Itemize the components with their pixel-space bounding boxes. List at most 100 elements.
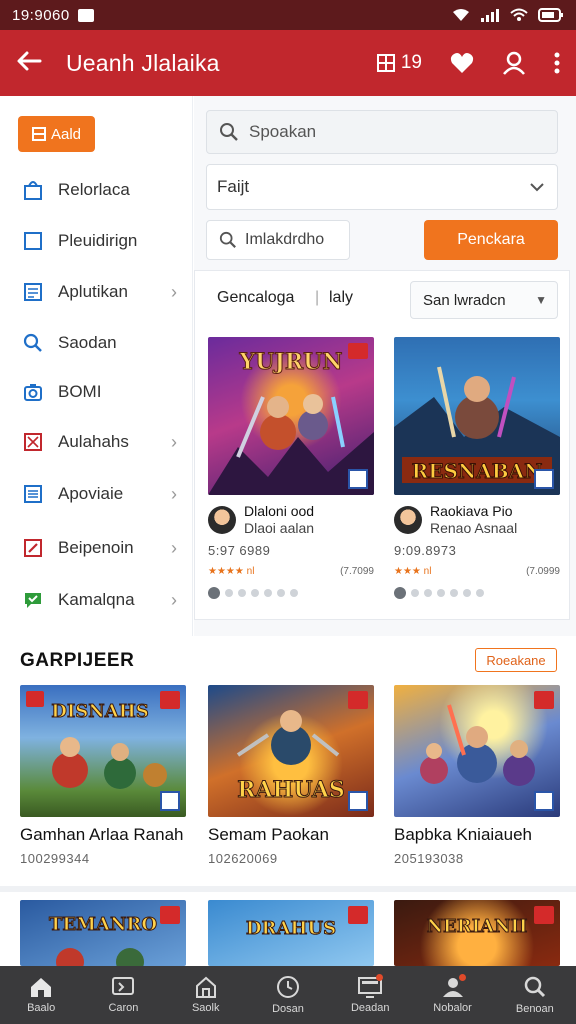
grid-icon	[376, 54, 395, 72]
product-price: 9:09.8973	[394, 543, 457, 558]
product-card[interactable]: RESNABAN Raokiava Pio Renao Asnaal 9:09.…	[394, 337, 560, 617]
chevron-right-icon: ›	[171, 537, 177, 558]
nav-item-saolk[interactable]: Saolk	[165, 966, 247, 1024]
badge-icon	[160, 906, 180, 924]
game-title: Gamhan Arlaa Ranah	[20, 825, 184, 844]
game-card[interactable]: DRAHUS	[208, 900, 374, 966]
tab-laly[interactable]: laly	[329, 289, 353, 307]
status-bar: 19:9060	[0, 0, 576, 30]
product-name: Raokiava Pio	[430, 503, 513, 519]
badge-icon	[160, 691, 180, 709]
game-card[interactable]: TEMANRO	[20, 900, 186, 966]
dot-icon	[476, 589, 484, 597]
game-card[interactable]: DISNAHS Gamhan Arlaa Ranah 100299344	[20, 685, 186, 866]
nav-item-home[interactable]: Baalo	[0, 966, 82, 1024]
search-icon	[219, 231, 236, 248]
nav-item-dosan[interactable]: Dosan	[247, 966, 329, 1024]
divider	[0, 886, 576, 892]
sort-value: San lwradcn	[423, 291, 506, 309]
rating-badge-icon	[534, 469, 554, 489]
doc-icon	[22, 483, 44, 505]
code-button[interactable]: 19	[376, 52, 422, 74]
notification-icon	[77, 8, 94, 22]
game-card[interactable]: Bapbka Kniaiaueh 205193038	[394, 685, 560, 866]
sidebar-item-label: Pleuidirign	[58, 231, 138, 250]
badge-icon	[26, 691, 44, 707]
notification-dot	[458, 974, 466, 981]
square-icon	[22, 230, 44, 252]
dot-icon	[424, 589, 432, 597]
more-vertical-icon[interactable]	[554, 52, 560, 74]
rating-badge-icon	[160, 791, 180, 811]
nav-item-deadan[interactable]: Deadan	[329, 966, 411, 1024]
game-id: 102620069	[208, 851, 278, 866]
sidebar-item-saodan[interactable]: Saodan	[0, 319, 193, 367]
sidebar: Aald Relorlaca Pleuidirign Aplutikan › S…	[0, 96, 193, 636]
sidebar-item-aulahahs[interactable]: Aulahahs ›	[0, 418, 193, 466]
nav-item-caron[interactable]: Caron	[82, 966, 164, 1024]
game-thumbnail	[394, 685, 560, 817]
thumbnail-title: RAHUAS	[237, 777, 345, 803]
thumbnail-title: NERIANII	[427, 916, 528, 937]
badge-icon	[534, 906, 554, 924]
search-icon	[22, 332, 44, 354]
rating-badge-icon	[348, 791, 368, 811]
game-thumbnail: RAHUAS	[208, 685, 374, 817]
nav-label: Nobalor	[433, 1002, 472, 1014]
tv-icon	[112, 977, 135, 995]
dot-icon	[463, 589, 471, 597]
sidebar-item-pleuidirign[interactable]: Pleuidirign	[0, 217, 193, 265]
dot-icon	[411, 589, 419, 597]
chevron-right-icon: ›	[171, 589, 177, 610]
sidebar-item-apoviaie[interactable]: Apoviaie ›	[0, 470, 193, 518]
search-submit-button[interactable]: Penckara	[424, 220, 558, 260]
game-card[interactable]: RAHUAS Semam Paokan 102620069	[208, 685, 374, 866]
nav-item-nobalor[interactable]: Nobalor	[411, 966, 493, 1024]
sidebar-item-beipenoin[interactable]: Beipenoin ›	[0, 524, 193, 572]
back-arrow-icon[interactable]	[16, 47, 52, 79]
dot-icon	[277, 589, 285, 597]
user-icon[interactable]	[502, 51, 526, 75]
dot-icon	[264, 589, 272, 597]
badge-icon	[534, 691, 554, 709]
product-thumbnail: YUJRUN	[208, 337, 374, 495]
nav-label: Baalo	[27, 1002, 56, 1014]
rating-stars: ★★★ nl	[394, 566, 432, 577]
thumbnail-title: RESNABAN	[412, 459, 543, 483]
see-all-button[interactable]: Roeakane	[475, 648, 557, 672]
carousel-dots	[208, 587, 374, 599]
game-title: Bapbka Kniaiaueh	[394, 825, 533, 844]
search-input[interactable]: Spoakan	[206, 110, 558, 154]
sidebar-item-bomi[interactable]: BOMI	[0, 368, 193, 416]
nav-item-benoan[interactable]: Benoan	[494, 966, 576, 1024]
heart-icon[interactable]	[450, 52, 474, 74]
product-subtitle: Dlaoi aalan	[244, 520, 315, 536]
sidebar-item-kamalqna[interactable]: Kamalqna ›	[0, 576, 193, 624]
code-button-label: 19	[400, 52, 422, 73]
sidebar-item-relorlaca[interactable]: Relorlaca	[0, 166, 193, 214]
tab-gencaloga[interactable]: Gencaloga	[217, 289, 294, 307]
list-icon	[22, 281, 44, 303]
product-thumbnail: RESNABAN	[394, 337, 560, 495]
thumbnail-title: TEMANRO	[49, 914, 157, 935]
sidebar-item-label: Kamalqna	[58, 590, 135, 609]
badge-icon	[348, 343, 368, 359]
wifi-alt-icon	[510, 8, 528, 21]
sidebar-item-label: Aplutikan	[58, 282, 128, 301]
signal-icon	[481, 9, 499, 22]
sort-dropdown[interactable]: San lwradcn ▼	[410, 281, 558, 319]
clock-icon	[276, 976, 299, 998]
category-select[interactable]: Faijt	[206, 164, 558, 210]
camera-icon	[22, 381, 44, 403]
game-card[interactable]: NERIANII	[394, 900, 560, 966]
game-id: 100299344	[20, 851, 90, 866]
dot-icon	[290, 589, 298, 597]
sidebar-item-aplutikan[interactable]: Aplutikan ›	[0, 268, 193, 316]
filter-input[interactable]: Imlakdrdho	[206, 220, 350, 260]
search-icon	[220, 123, 238, 141]
product-card[interactable]: YUJRUN Dlaloni ood Dlaoi aalan 5:97 6989…	[208, 337, 374, 617]
rating-stars: ★★★★ nl	[208, 566, 255, 577]
chevron-right-icon: ›	[171, 431, 177, 452]
section-title: GARPIJEER	[20, 650, 135, 671]
add-button[interactable]: Aald	[18, 116, 95, 152]
